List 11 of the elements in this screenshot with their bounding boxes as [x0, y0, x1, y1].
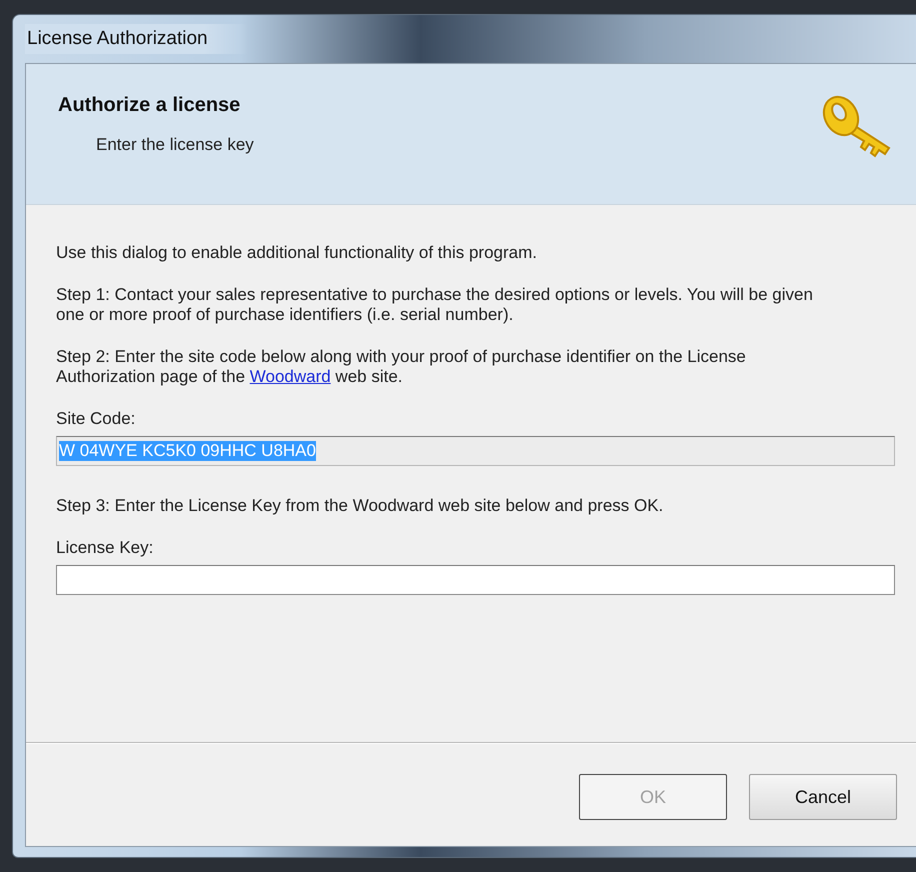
step-text: Step 2: Enter the site code below along with your proof of purchase identifier on the License Authorization page of the Woodward web site. [56, 347, 747, 387]
step-text: Step 1: Contact your sales representative to purchase the desired options or levels. You will be given one or more proof of purchase identifiers (i.e. serial number). [56, 285, 814, 325]
step-text: Step 3: Enter the License Key from the Woodward web site below and press OK. [56, 496, 664, 516]
field-label: License Key: [56, 538, 154, 558]
license-key-field[interactable] [56, 565, 895, 595]
field-label: Site Code: [56, 409, 136, 429]
header-subtitle: Enter the license key [96, 135, 254, 155]
header-title: Authorize a license [58, 94, 242, 117]
intro-text: Use this dialog to enable additional functionality of this program. [56, 243, 538, 263]
cancel-button[interactable]: Cancel [749, 774, 897, 820]
woodward-link[interactable]: Woodward [250, 367, 331, 386]
